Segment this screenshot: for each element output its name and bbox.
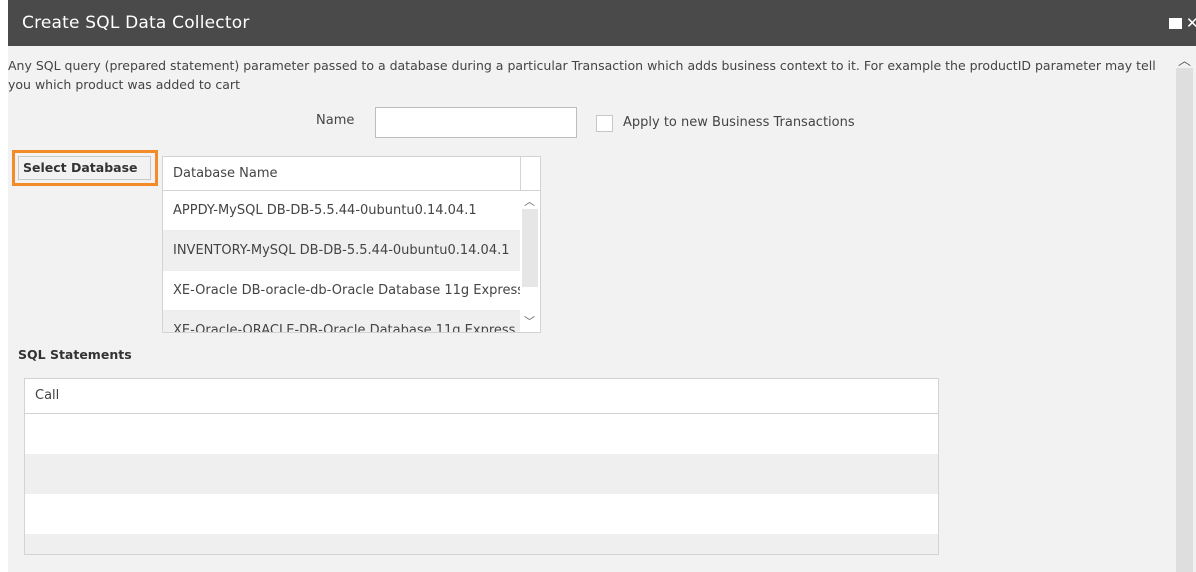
column-divider [520,157,521,191]
database-list-scrollbar[interactable]: ︿ ﹀ [520,191,540,332]
table-row[interactable] [25,414,938,454]
database-row[interactable]: XE-Oracle-ORACLE-DB-Oracle Database 11g … [163,311,520,332]
apply-to-new-bt-checkbox[interactable] [596,115,613,132]
apply-to-new-bt-label: Apply to new Business Transactions [623,115,855,130]
dialog-scrollbar[interactable]: ︿ [1173,48,1196,572]
sql-statements-table: Call [24,378,939,555]
database-list-header: Database Name [163,157,540,191]
titlebar-controls: ✕ [1169,14,1196,32]
call-column-header[interactable]: Call [25,379,938,414]
table-row[interactable] [25,454,938,494]
create-sql-data-collector-dialog: Create SQL Data Collector ✕ Any SQL quer… [8,0,1196,572]
scrollbar-track[interactable] [1176,68,1193,572]
sql-statements-heading: SQL Statements [18,347,132,362]
scrollbar-thumb[interactable] [522,209,538,287]
chevron-up-icon[interactable]: ︿ [524,193,535,209]
chevron-down-icon[interactable]: ﹀ [524,313,535,329]
database-row[interactable]: INVENTORY-MySQL DB-DB-5.5.44-0ubuntu0.14… [163,231,520,271]
database-list: Database Name APPDY-MySQL DB-DB-5.5.44-0… [162,156,541,333]
table-row[interactable] [25,534,938,554]
database-name-column-header[interactable]: Database Name [173,166,278,181]
chevron-up-icon[interactable]: ︿ [1178,50,1191,69]
maximize-icon[interactable] [1169,17,1182,29]
name-input[interactable] [375,107,577,138]
table-row[interactable] [25,494,938,534]
database-row[interactable]: XE-Oracle DB-oracle-db-Oracle Database 1… [163,271,520,311]
select-database-label: Select Database [18,156,151,180]
dialog-titlebar: Create SQL Data Collector ✕ [8,0,1196,46]
database-row[interactable]: APPDY-MySQL DB-DB-5.5.44-0ubuntu0.14.04.… [163,191,520,231]
dialog-description: Any SQL query (prepared statement) param… [8,58,1156,92]
close-icon[interactable]: ✕ [1186,16,1196,31]
database-rows: APPDY-MySQL DB-DB-5.5.44-0ubuntu0.14.04.… [163,191,520,332]
dialog-title: Create SQL Data Collector [22,13,250,33]
name-label: Name [316,113,355,128]
